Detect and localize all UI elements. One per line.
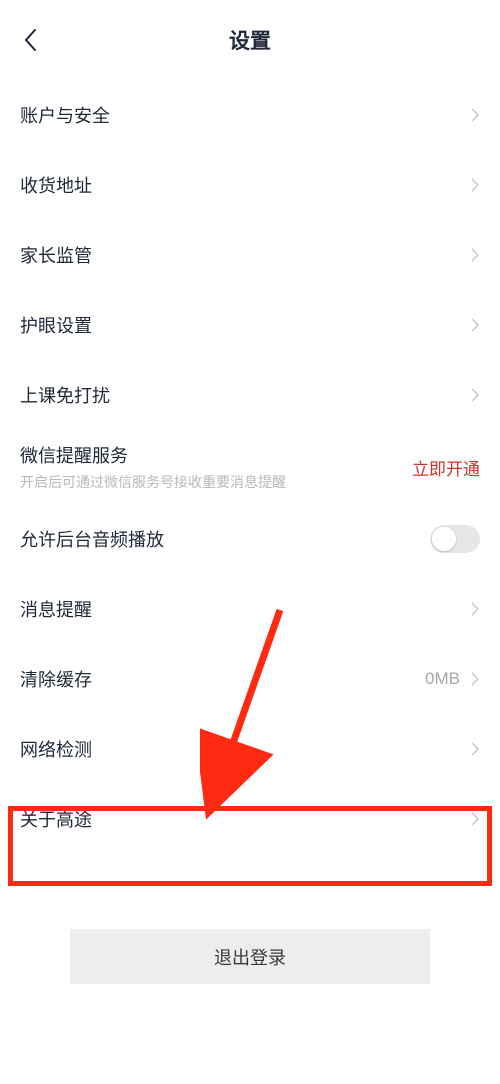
item-eye-protection[interactable]: 护眼设置	[20, 290, 480, 360]
chevron-right-icon	[470, 107, 480, 123]
chevron-right-icon	[470, 671, 480, 687]
item-about[interactable]: 关于高途	[20, 784, 480, 854]
toggle-bg-audio[interactable]	[430, 525, 480, 553]
item-parental-control[interactable]: 家长监管	[20, 220, 480, 290]
enable-link[interactable]: 立即开通	[412, 455, 480, 480]
chevron-right-icon	[470, 741, 480, 757]
header: 设置	[0, 0, 500, 80]
item-label: 上课免打扰	[20, 382, 470, 408]
item-label: 关于高途	[20, 806, 470, 832]
item-shipping-address[interactable]: 收货地址	[20, 150, 480, 220]
item-label: 微信提醒服务	[20, 442, 412, 468]
toggle-knob	[432, 527, 456, 551]
chevron-right-icon	[470, 177, 480, 193]
item-label: 网络检测	[20, 736, 470, 762]
item-label: 消息提醒	[20, 596, 470, 622]
item-clear-cache[interactable]: 清除缓存 0MB	[20, 644, 480, 714]
logout-label: 退出登录	[214, 944, 286, 970]
logout-button[interactable]: 退出登录	[70, 929, 430, 984]
item-label: 收货地址	[20, 172, 470, 198]
item-dnd-class[interactable]: 上课免打扰	[20, 360, 480, 430]
item-label: 允许后台音频播放	[20, 526, 430, 552]
chevron-right-icon	[470, 601, 480, 617]
item-account-security[interactable]: 账户与安全	[20, 80, 480, 150]
chevron-right-icon	[470, 811, 480, 827]
item-wechat-reminder[interactable]: 微信提醒服务 开启后可通过微信服务号接收重要消息提醒 立即开通	[20, 430, 480, 504]
back-button[interactable]	[18, 28, 42, 52]
item-label: 清除缓存	[20, 666, 425, 692]
chevron-left-icon	[23, 28, 37, 52]
item-message-reminder[interactable]: 消息提醒	[20, 574, 480, 644]
settings-list: 账户与安全 收货地址 家长监管 护眼设置 上课免打扰 微信提醒服务 开启后可通过…	[0, 80, 500, 854]
chevron-right-icon	[470, 387, 480, 403]
item-network-check[interactable]: 网络检测	[20, 714, 480, 784]
item-label: 账户与安全	[20, 102, 470, 128]
chevron-right-icon	[470, 247, 480, 263]
page-title: 设置	[229, 25, 271, 55]
item-label: 护眼设置	[20, 312, 470, 338]
item-bg-audio: 允许后台音频播放	[20, 504, 480, 574]
item-sublabel: 开启后可通过微信服务号接收重要消息提醒	[20, 472, 412, 492]
item-label: 家长监管	[20, 242, 470, 268]
cache-size: 0MB	[425, 669, 460, 689]
chevron-right-icon	[470, 317, 480, 333]
